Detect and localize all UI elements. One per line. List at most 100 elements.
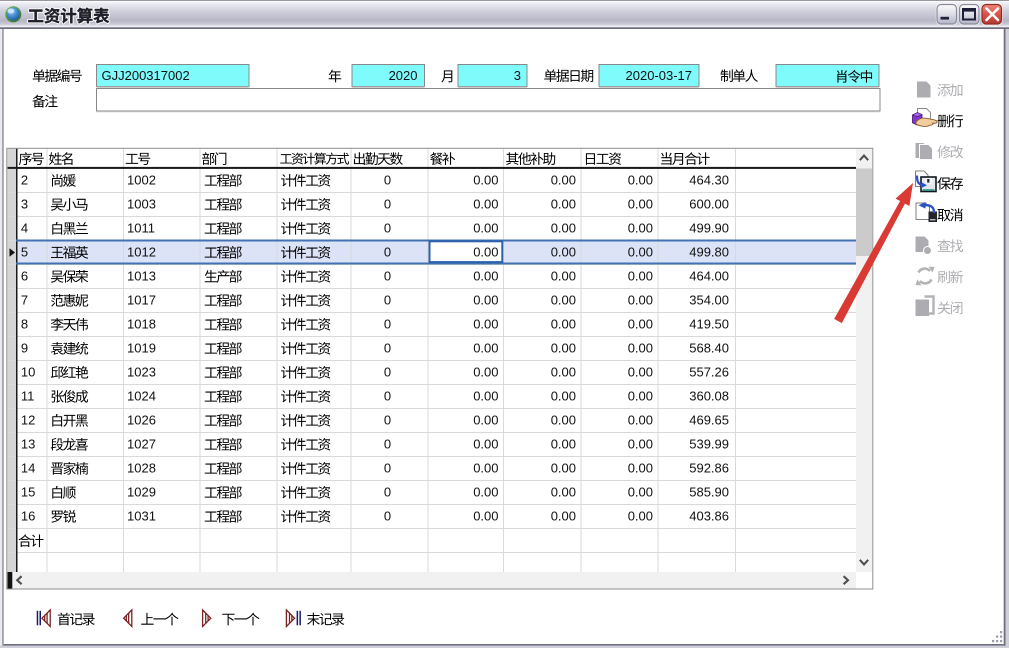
svg-text:0.00: 0.00: [628, 173, 653, 188]
svg-text:0.00: 0.00: [551, 389, 576, 404]
svg-text:354.00: 354.00: [689, 293, 729, 308]
svg-text:0.00: 0.00: [551, 461, 576, 476]
svg-text:403.86: 403.86: [689, 509, 729, 524]
svg-text:0.00: 0.00: [551, 485, 576, 500]
svg-text:3: 3: [514, 68, 521, 83]
svg-text:0: 0: [384, 365, 391, 380]
svg-text:1012: 1012: [127, 245, 156, 260]
svg-text:16: 16: [21, 509, 35, 524]
svg-text:1011: 1011: [127, 221, 155, 236]
svg-text:539.99: 539.99: [689, 437, 729, 452]
svg-text:0.00: 0.00: [473, 341, 498, 356]
svg-text:2020: 2020: [389, 68, 418, 83]
svg-text:0: 0: [384, 293, 391, 308]
svg-text:4: 4: [21, 221, 28, 236]
svg-text:0.00: 0.00: [473, 317, 498, 332]
svg-text:1027: 1027: [127, 437, 156, 452]
svg-text:469.65: 469.65: [689, 413, 729, 428]
svg-text:0.00: 0.00: [473, 485, 498, 500]
svg-text:1029: 1029: [127, 485, 156, 500]
svg-text:0: 0: [384, 341, 391, 356]
svg-text:0: 0: [384, 509, 391, 524]
svg-text:499.80: 499.80: [689, 245, 729, 260]
svg-text:1013: 1013: [127, 269, 156, 284]
svg-text:557.26: 557.26: [689, 365, 729, 380]
svg-text:0.00: 0.00: [473, 389, 498, 404]
svg-text:0.00: 0.00: [473, 293, 498, 308]
svg-text:0: 0: [384, 485, 391, 500]
svg-text:419.50: 419.50: [689, 317, 729, 332]
svg-text:568.40: 568.40: [689, 341, 729, 356]
svg-text:0.00: 0.00: [551, 341, 576, 356]
svg-text:0.00: 0.00: [628, 317, 653, 332]
svg-text:464.30: 464.30: [689, 173, 729, 188]
svg-text:11: 11: [21, 389, 35, 404]
svg-text:0: 0: [384, 173, 391, 188]
svg-text:0.00: 0.00: [628, 245, 653, 260]
svg-text:1028: 1028: [127, 461, 156, 476]
svg-text:9: 9: [21, 341, 28, 356]
svg-text:0.00: 0.00: [473, 221, 498, 236]
svg-text:0: 0: [384, 269, 391, 284]
svg-text:592.86: 592.86: [689, 461, 729, 476]
svg-text:0.00: 0.00: [628, 269, 653, 284]
svg-text:0.00: 0.00: [473, 437, 498, 452]
svg-text:0.00: 0.00: [473, 173, 498, 188]
svg-text:2020-03-17: 2020-03-17: [626, 68, 693, 83]
svg-text:0.00: 0.00: [551, 293, 576, 308]
svg-text:0: 0: [384, 461, 391, 476]
svg-text:1017: 1017: [127, 293, 156, 308]
svg-text:0: 0: [384, 221, 391, 236]
svg-text:0.00: 0.00: [473, 245, 498, 260]
svg-text:14: 14: [21, 461, 35, 476]
svg-text:0.00: 0.00: [473, 365, 498, 380]
svg-text:464.00: 464.00: [689, 269, 729, 284]
svg-text:0.00: 0.00: [551, 509, 576, 524]
svg-text:0: 0: [384, 245, 391, 260]
svg-text:0.00: 0.00: [551, 413, 576, 428]
svg-text:0.00: 0.00: [628, 389, 653, 404]
svg-text:0.00: 0.00: [628, 293, 653, 308]
svg-text:0.00: 0.00: [473, 269, 498, 284]
svg-text:6: 6: [21, 269, 28, 284]
svg-text:1018: 1018: [127, 317, 156, 332]
svg-text:8: 8: [21, 317, 28, 332]
svg-text:0: 0: [384, 413, 391, 428]
svg-text:15: 15: [21, 485, 35, 500]
svg-text:499.90: 499.90: [689, 221, 729, 236]
svg-text:1031: 1031: [127, 509, 156, 524]
svg-text:0.00: 0.00: [473, 413, 498, 428]
svg-text:3: 3: [21, 197, 28, 212]
svg-text:0: 0: [384, 437, 391, 452]
svg-text:0.00: 0.00: [551, 437, 576, 452]
svg-text:5: 5: [21, 245, 28, 260]
svg-text:0: 0: [384, 317, 391, 332]
svg-text:0.00: 0.00: [551, 269, 576, 284]
svg-text:0.00: 0.00: [628, 461, 653, 476]
svg-text:0.00: 0.00: [628, 341, 653, 356]
svg-text:1002: 1002: [127, 173, 156, 188]
svg-text:600.00: 600.00: [689, 197, 729, 212]
svg-text:0.00: 0.00: [628, 509, 653, 524]
svg-text:7: 7: [21, 293, 28, 308]
svg-text:1019: 1019: [127, 341, 156, 356]
svg-text:2: 2: [21, 173, 28, 188]
svg-text:0: 0: [384, 197, 391, 212]
svg-text:0.00: 0.00: [628, 365, 653, 380]
svg-text:0.00: 0.00: [551, 317, 576, 332]
svg-text:0.00: 0.00: [628, 197, 653, 212]
svg-text:0.00: 0.00: [473, 197, 498, 212]
svg-text:1023: 1023: [127, 365, 156, 380]
svg-text:0.00: 0.00: [551, 365, 576, 380]
svg-text:0.00: 0.00: [628, 485, 653, 500]
svg-text:10: 10: [21, 365, 35, 380]
svg-text:585.90: 585.90: [689, 485, 729, 500]
svg-text:0: 0: [384, 389, 391, 404]
svg-text:0.00: 0.00: [628, 221, 653, 236]
svg-text:0.00: 0.00: [628, 413, 653, 428]
svg-text:0.00: 0.00: [551, 221, 576, 236]
svg-text:0.00: 0.00: [551, 173, 576, 188]
svg-text:GJJ200317002: GJJ200317002: [102, 68, 190, 83]
svg-text:360.08: 360.08: [689, 389, 729, 404]
svg-text:0.00: 0.00: [473, 461, 498, 476]
